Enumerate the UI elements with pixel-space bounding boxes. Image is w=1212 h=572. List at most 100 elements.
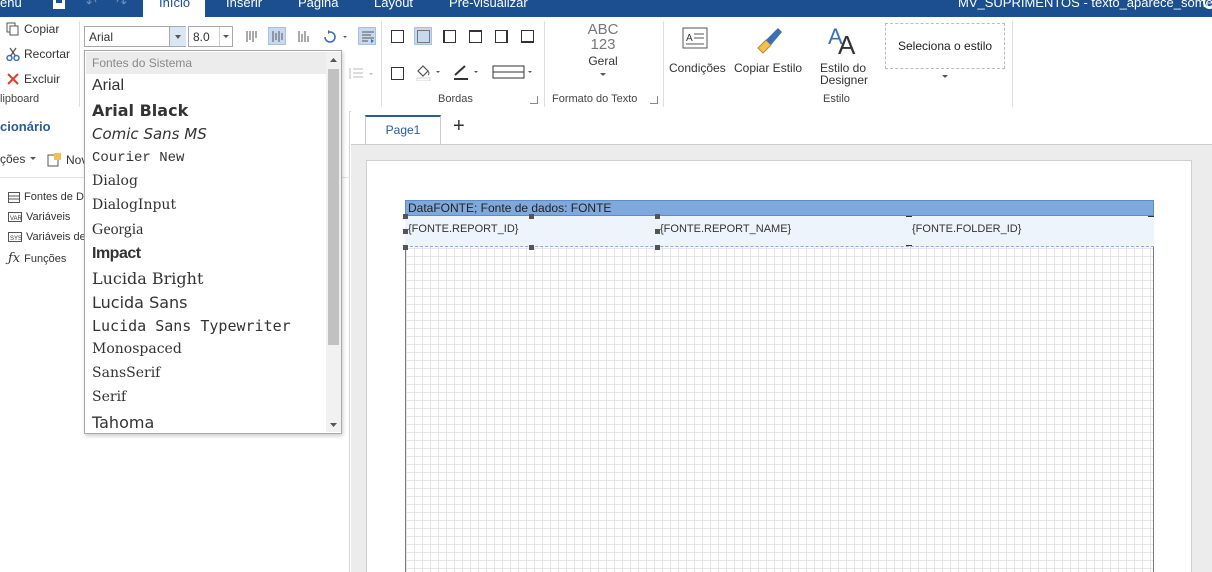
data-source-icon: [8, 191, 20, 203]
main-menu-button[interactable]: enu: [0, 0, 22, 10]
font-option-dialog[interactable]: Dialog: [92, 173, 138, 189]
selection-handle[interactable]: [403, 245, 408, 250]
align-top-icon: [246, 31, 257, 42]
font-option-monospaced[interactable]: Monospaced: [92, 341, 182, 357]
font-list-scrollbar-thumb[interactable]: [328, 69, 339, 345]
border-none-button[interactable]: [414, 27, 432, 45]
font-option-dialoginput[interactable]: DialogInput: [92, 197, 176, 213]
border-top-icon[interactable]: [469, 30, 482, 43]
font-size-select[interactable]: 8.0: [188, 26, 233, 47]
border-style-icon: [492, 65, 532, 79]
border-color-button[interactable]: [452, 63, 482, 81]
border-style-button[interactable]: [490, 63, 536, 81]
selection-handle[interactable]: [403, 214, 408, 219]
font-option-lucida-bright[interactable]: Lucida Bright: [92, 269, 203, 288]
designer-style-icon[interactable]: AA: [826, 22, 860, 56]
font-size-dropdown-button[interactable]: [219, 27, 233, 46]
conditions-button[interactable]: Condições: [669, 61, 726, 75]
align-bottom-button[interactable]: [294, 27, 312, 45]
font-option-tahoma[interactable]: Tahoma: [92, 413, 154, 432]
tab-pagina[interactable]: Página: [298, 0, 338, 10]
align-middle-button[interactable]: [268, 27, 286, 45]
font-option-courier-new[interactable]: Courier New: [92, 150, 184, 166]
tree-item-label: Variáveis: [26, 211, 71, 223]
copy-button[interactable]: Copiar: [6, 22, 59, 36]
align-top-button[interactable]: [242, 27, 260, 45]
pen-icon: [454, 65, 478, 80]
scroll-down-icon[interactable]: [329, 422, 338, 428]
separator: [663, 21, 664, 107]
tree-item-system-variables[interactable]: SYS Variáveis de: [8, 231, 86, 243]
tab-page1[interactable]: Page1: [365, 115, 441, 144]
font-option-sansserif[interactable]: SansSerif: [92, 365, 160, 381]
word-wrap-icon: [362, 31, 374, 43]
tree-item-data-sources[interactable]: Fontes de D: [8, 191, 84, 203]
selection-handle[interactable]: [529, 245, 534, 250]
undo-icon[interactable]: ↶: [86, 0, 97, 11]
font-option-georgia[interactable]: Georgia: [92, 221, 143, 239]
font-option-comic-sans-ms[interactable]: Comic Sans MS: [92, 125, 207, 143]
selection-marker: [906, 245, 912, 246]
line-spacing-button[interactable]: [346, 64, 373, 82]
scroll-up-icon[interactable]: [329, 57, 338, 63]
cut-label: Recortar: [24, 47, 71, 61]
font-option-serif[interactable]: Serif: [92, 389, 126, 405]
designer-style-label-2[interactable]: Designer: [820, 73, 868, 87]
border-outer-icon[interactable]: [391, 67, 404, 80]
conditions-icon[interactable]: A: [682, 26, 712, 54]
border-bottom-icon[interactable]: [521, 30, 534, 43]
border-left-icon[interactable]: [443, 30, 456, 43]
borders-dialog-launcher-icon[interactable]: [530, 96, 538, 104]
selection-handle[interactable]: [403, 229, 408, 234]
text-format-dialog-launcher-icon[interactable]: [650, 96, 658, 104]
chevron-down-icon: [600, 73, 606, 76]
font-option-impact[interactable]: Impact: [92, 245, 141, 263]
clipboard-group-label: lipboard: [0, 93, 40, 105]
text-format-button[interactable]: ABC 123 Geral: [583, 22, 623, 91]
fill-color-button[interactable]: [414, 63, 444, 82]
tab-inicio[interactable]: Início: [143, 0, 205, 17]
font-name-dropdown-button[interactable]: [169, 27, 186, 46]
field-report-id[interactable]: {FONTE.REPORT_ID}: [408, 223, 518, 235]
field-folder-id[interactable]: {FONTE.FOLDER_ID}: [912, 223, 1021, 235]
font-name-value: Arial: [89, 30, 114, 44]
save-icon[interactable]: [52, 0, 66, 10]
tree-item-functions[interactable]: ƒx Funções: [8, 251, 66, 266]
actions-menu[interactable]: ções: [0, 152, 37, 166]
copy-label: Copiar: [24, 22, 60, 36]
style-gallery[interactable]: Seleciona o estilo: [885, 23, 1005, 69]
font-option-arial[interactable]: Arial: [92, 77, 124, 95]
redo-icon[interactable]: ↷: [116, 0, 127, 11]
field-report-name[interactable]: {FONTE.REPORT_NAME}: [660, 223, 791, 235]
cut-button[interactable]: Recortar: [6, 47, 70, 61]
tab-pre-visualizar[interactable]: Pré-visualizar: [449, 0, 528, 10]
align-bottom-icon: [298, 31, 309, 42]
border-right-icon[interactable]: [495, 30, 508, 43]
font-option-lucida-sans[interactable]: Lucida Sans: [92, 293, 188, 312]
selection-handle[interactable]: [655, 245, 660, 250]
function-icon: ƒx: [8, 251, 21, 266]
rotate-text-button[interactable]: [320, 27, 347, 45]
text-format-label: Geral: [588, 54, 618, 68]
font-option-arial-black[interactable]: Arial Black: [92, 101, 188, 120]
tree-item-label: Fontes de D: [24, 191, 84, 203]
font-name-select[interactable]: Arial: [84, 26, 186, 47]
border-all-icon[interactable]: [391, 30, 404, 43]
tab-inserir[interactable]: Inserir: [226, 0, 262, 10]
copy-style-button[interactable]: Copiar Estilo: [734, 61, 802, 75]
selection-handle[interactable]: [655, 229, 660, 234]
separator: [381, 21, 382, 107]
tree-item-variables[interactable]: VAR Variáveis: [8, 211, 70, 223]
chevron-down-icon[interactable]: [940, 73, 950, 81]
paint-brush-icon[interactable]: [752, 24, 786, 54]
data-band-header[interactable]: DataFONTE; Fonte de dados: FONTE: [405, 200, 1154, 216]
selection-handle[interactable]: [529, 214, 534, 219]
tab-layout[interactable]: Layout: [374, 0, 413, 10]
selection-handle[interactable]: [655, 214, 660, 219]
delete-button[interactable]: Excluir: [6, 72, 60, 86]
word-wrap-button[interactable]: [358, 27, 376, 45]
new-item-button[interactable]: Nov: [47, 152, 87, 168]
separator: [1012, 21, 1013, 107]
font-option-lucida-sans-typewriter[interactable]: Lucida Sans Typewriter: [92, 317, 291, 335]
add-page-button[interactable]: +: [453, 115, 465, 138]
